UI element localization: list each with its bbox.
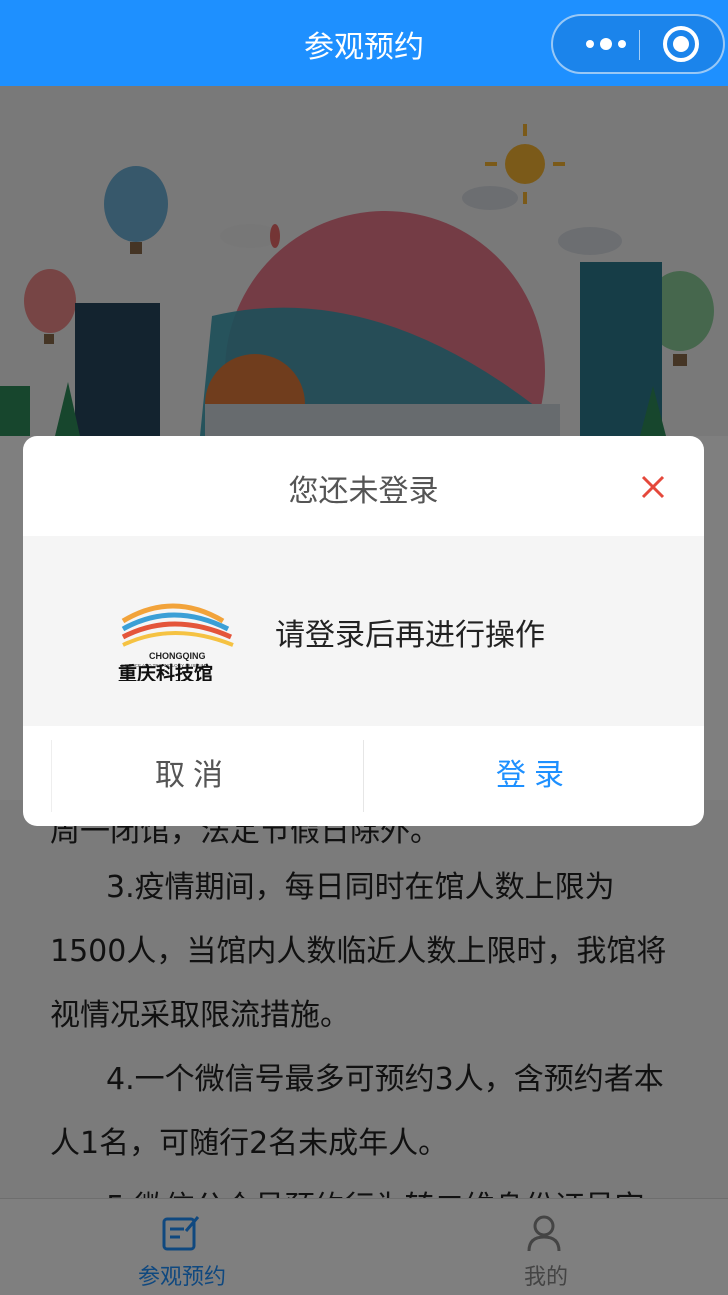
dialog-message: 请登录后再进行操作 xyxy=(275,618,545,653)
login-button[interactable]: 登录 xyxy=(364,726,704,826)
museum-logo: CHONGQING SCIENCE AND TECHNOLOGY MUSEUM … xyxy=(118,603,234,681)
cancel-button[interactable]: 取消 xyxy=(23,726,363,826)
capsule-divider xyxy=(639,30,640,60)
dialog-body: CHONGQING SCIENCE AND TECHNOLOGY MUSEUM … xyxy=(23,536,704,726)
close-icon[interactable] xyxy=(637,471,669,503)
svg-text:重庆科技馆: 重庆科技馆 xyxy=(118,662,213,681)
nav-bar: 参观预约 xyxy=(0,0,728,86)
dialog-actions: 取消 登录 xyxy=(23,726,704,826)
more-dots-icon[interactable] xyxy=(573,16,639,72)
svg-text:CHONGQING: CHONGQING xyxy=(149,651,206,661)
mini-program-capsule xyxy=(551,14,725,74)
dialog-title: 您还未登录 xyxy=(288,474,439,509)
target-circle-icon[interactable] xyxy=(663,26,699,62)
login-dialog: 您还未登录 CHONGQING SCIENCE AND TECHNOLOGY M… xyxy=(23,436,704,826)
